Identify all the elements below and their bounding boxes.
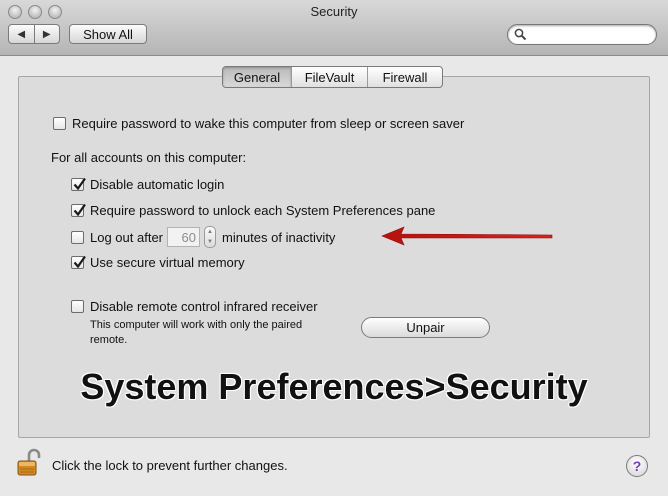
window-title: Security (310, 4, 358, 19)
secure-vm-checkbox[interactable] (71, 255, 86, 269)
search-input[interactable] (530, 27, 650, 42)
lock-message: Click the lock to prevent further change… (52, 458, 288, 473)
disable-auto-login-checkbox[interactable] (71, 177, 86, 191)
secure-vm-row[interactable]: Use secure virtual memory (71, 254, 245, 270)
tab-firewall[interactable]: Firewall (367, 67, 442, 87)
back-arrow-icon[interactable]: ◀ (9, 25, 34, 43)
ir-note: This computer will work with only the pa… (90, 319, 303, 346)
forward-arrow-icon[interactable]: ▶ (33, 25, 60, 43)
logout-checkbox[interactable] (71, 230, 84, 244)
stepper-up-icon[interactable]: ▲ (205, 227, 215, 237)
caption-text: System Preferences>Security (80, 366, 588, 407)
secure-vm-label: Use secure virtual memory (90, 254, 245, 270)
checkmark-icon (73, 255, 86, 268)
stepper-down-icon[interactable]: ▼ (205, 237, 215, 247)
checkmark-icon (73, 177, 86, 190)
checkmark-icon (73, 203, 86, 216)
unpair-button[interactable]: Unpair (361, 317, 490, 338)
logout-prefix-label: Log out after (90, 229, 163, 245)
help-button[interactable]: ? (626, 455, 648, 477)
window-toolbar: Security ◀ ▶ Show All (0, 0, 668, 56)
back-forward-control: ◀ ▶ (8, 24, 60, 44)
tab-filevault[interactable]: FileVault (291, 67, 367, 87)
disable-auto-login-row[interactable]: Disable automatic login (71, 176, 224, 192)
unlocked-lock-icon[interactable] (16, 447, 42, 477)
accounts-heading: For all accounts on this computer: (51, 150, 247, 165)
tab-bar: General FileVault Firewall (222, 66, 443, 88)
logout-minutes-stepper[interactable]: ▲ ▼ (204, 226, 216, 248)
disable-ir-checkbox[interactable] (71, 299, 84, 313)
logout-row[interactable]: Log out after ▲ ▼ minutes of inactivity (71, 226, 335, 248)
help-question-label: ? (632, 458, 642, 474)
require-password-unlock-checkbox[interactable] (71, 203, 86, 217)
annotation-arrow-icon (381, 226, 553, 246)
require-password-wake-label: Require password to wake this computer f… (72, 115, 465, 131)
search-field[interactable] (507, 24, 657, 45)
show-all-button[interactable]: Show All (69, 24, 147, 44)
require-password-unlock-label: Require password to unlock each System P… (90, 202, 436, 218)
disable-ir-row[interactable]: Disable remote control infrared receiver (71, 298, 318, 314)
logout-suffix-label: minutes of inactivity (222, 229, 336, 245)
require-password-unlock-row[interactable]: Require password to unlock each System P… (71, 202, 435, 218)
disable-auto-login-label: Disable automatic login (90, 176, 225, 192)
search-icon (514, 28, 527, 41)
tab-general[interactable]: General (223, 67, 291, 87)
logout-minutes-field[interactable] (167, 227, 200, 247)
require-password-wake-checkbox[interactable] (53, 116, 66, 130)
require-password-wake-row[interactable]: Require password to wake this computer f… (53, 115, 464, 131)
disable-ir-label: Disable remote control infrared receiver (90, 298, 318, 314)
